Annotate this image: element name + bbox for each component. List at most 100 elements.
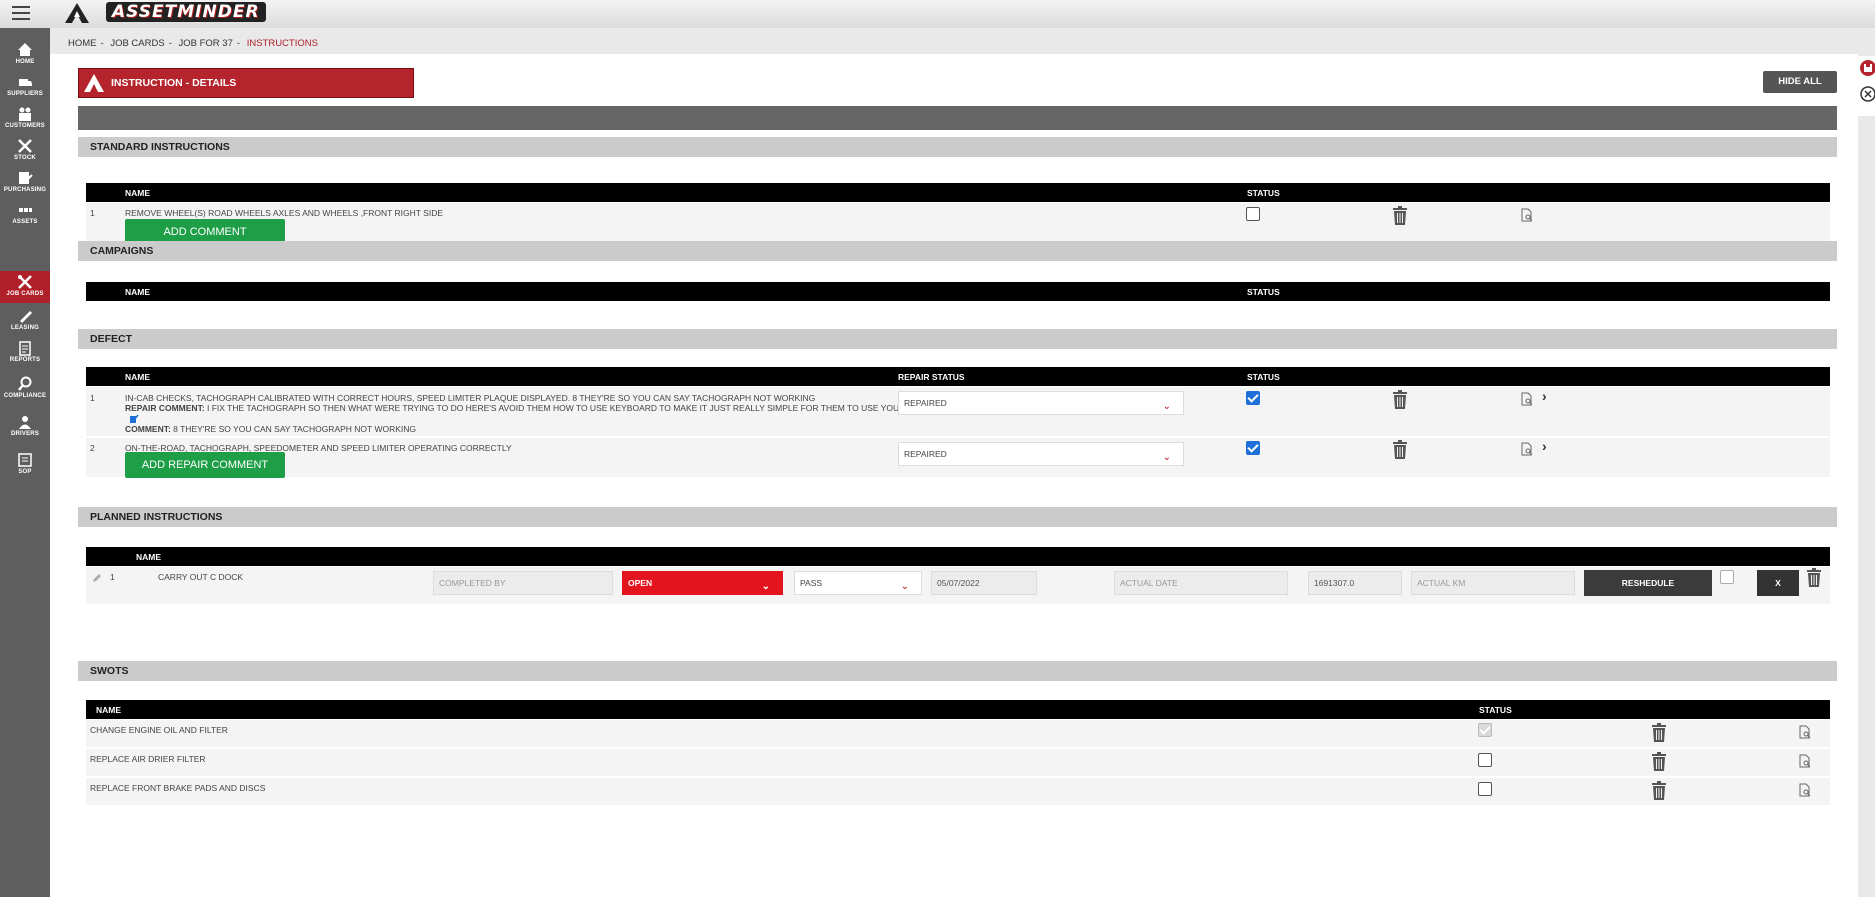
table-row: REPLACE AIR DRIER FILTER xyxy=(86,749,1830,777)
status-checkbox[interactable] xyxy=(1478,782,1492,796)
sidebar-item-assets[interactable]: ASSETS xyxy=(0,202,50,236)
breadcrumb-job[interactable]: JOB FOR 37 xyxy=(179,38,233,49)
sidebar-item-label: DRIVERS xyxy=(10,431,40,437)
home-icon xyxy=(18,43,32,56)
planned-status-select[interactable]: OPEN ⌄ xyxy=(622,571,783,595)
result-value: PASS xyxy=(800,578,823,588)
sidebar-item-label: SUPPLIERS xyxy=(7,91,43,97)
app-logo: ASSETMINDER xyxy=(106,2,266,22)
table-row: 2 ON-THE-ROAD, TACHOGRAPH, SPEEDOMETER A… xyxy=(86,438,1830,478)
km-field[interactable]: 1691307.0 xyxy=(1308,571,1402,595)
reports-icon xyxy=(19,341,31,356)
actual-km-input[interactable]: ACTUAL KM xyxy=(1411,571,1575,595)
sidebar-item-reports[interactable]: REPORTS xyxy=(0,340,50,374)
comment-line: COMMENT: 8 THEY'RE SO YOU CAN SAY TACHOG… xyxy=(125,424,416,434)
trash-icon[interactable] xyxy=(1651,781,1667,801)
logo-icon xyxy=(84,74,104,92)
sidebar-item-label: SOP xyxy=(18,469,32,475)
swots-table-header: NAME STATUS xyxy=(86,700,1830,719)
sidebar-item-purchasing[interactable]: PURCHASING xyxy=(0,170,50,204)
swot-name: REPLACE FRONT BRAKE PADS AND DISCS xyxy=(90,783,266,793)
close-icon[interactable] xyxy=(1860,86,1875,102)
pencil-icon[interactable] xyxy=(92,573,102,583)
sidebar-item-label: COMPLIANCE xyxy=(3,393,47,399)
hide-all-button[interactable]: HIDE ALL xyxy=(1763,71,1837,93)
breadcrumb-home[interactable]: HOME xyxy=(68,38,97,49)
main-panel: INSTRUCTION - DETAILS HIDE ALL STANDARD … xyxy=(50,54,1858,897)
document-search-icon[interactable] xyxy=(1520,442,1534,456)
document-search-icon[interactable] xyxy=(1520,392,1534,406)
table-row: REPLACE FRONT BRAKE PADS AND DISCS xyxy=(86,778,1830,806)
instruction-details-header: INSTRUCTION - DETAILS xyxy=(78,68,414,98)
repair-status-select[interactable]: REPAIRED ⌄ xyxy=(898,442,1184,466)
chevron-right-icon[interactable]: › xyxy=(1542,388,1547,404)
edit-note-icon[interactable] xyxy=(129,414,139,424)
page-title: INSTRUCTION - DETAILS xyxy=(111,77,237,89)
col-name: NAME xyxy=(125,287,151,297)
repair-status-value: REPAIRED xyxy=(904,449,947,459)
chevron-down-icon: ⌄ xyxy=(1162,452,1171,463)
section-defect[interactable]: DEFECT xyxy=(78,329,1837,349)
sidebar-item-customers[interactable]: CUSTOMERS xyxy=(0,106,50,140)
repair-status-select[interactable]: REPAIRED ⌄ xyxy=(898,391,1184,415)
trash-icon[interactable] xyxy=(1392,440,1408,460)
section-standard-instructions[interactable]: STANDARD INSTRUCTIONS xyxy=(78,137,1837,157)
sidebar-item-leasing[interactable]: LEASING xyxy=(0,308,50,342)
repair-status-value: REPAIRED xyxy=(904,398,947,408)
sidebar-item-label: STOCK xyxy=(14,155,36,161)
document-search-icon[interactable] xyxy=(1798,783,1812,797)
add-repair-comment-button[interactable]: ADD REPAIR COMMENT xyxy=(125,452,285,478)
row-number: 2 xyxy=(90,443,95,453)
sidebar-item-job-cards[interactable]: JOB CARDS xyxy=(0,271,50,303)
leasing-icon xyxy=(20,311,32,323)
chevron-down-icon: ⌄ xyxy=(900,581,909,592)
sidebar-item-home[interactable]: HOME xyxy=(0,42,50,76)
job-cards-icon xyxy=(18,275,32,289)
col-status: STATUS xyxy=(1247,188,1280,198)
status-checkbox[interactable] xyxy=(1246,441,1260,455)
document-search-icon[interactable] xyxy=(1520,208,1534,222)
planned-status-value: OPEN xyxy=(628,578,653,588)
compliance-icon xyxy=(18,376,32,391)
sidebar-item-label: JOB CARDS xyxy=(6,291,44,297)
completed-by-input[interactable]: COMPLETED BY xyxy=(433,571,613,595)
sidebar-item-label: CUSTOMERS xyxy=(4,123,46,129)
result-select[interactable]: PASS ⌄ xyxy=(794,571,922,595)
row-number: 1 xyxy=(90,393,95,403)
breadcrumb-job-cards[interactable]: JOB CARDS xyxy=(110,38,164,49)
status-checkbox[interactable] xyxy=(1478,753,1492,767)
status-checkbox[interactable] xyxy=(1246,391,1260,405)
trash-icon[interactable] xyxy=(1651,723,1667,743)
col-status: STATUS xyxy=(1247,372,1280,382)
trash-icon[interactable] xyxy=(1651,752,1667,772)
trash-icon[interactable] xyxy=(1392,206,1408,226)
planned-checkbox[interactable] xyxy=(1720,570,1734,584)
sidebar-item-suppliers[interactable]: SUPPLIERS xyxy=(0,74,50,108)
customers-icon xyxy=(19,107,31,121)
chevron-down-icon: ⌄ xyxy=(761,581,770,592)
sidebar-item-stock[interactable]: STOCK xyxy=(0,138,50,172)
sidebar-item-label: LEASING xyxy=(10,325,40,331)
campaigns-table-header: NAME STATUS xyxy=(86,282,1830,301)
sidebar-item-compliance[interactable]: COMPLIANCE xyxy=(0,376,50,410)
section-campaigns[interactable]: CAMPAIGNS xyxy=(78,241,1837,261)
menu-icon[interactable] xyxy=(12,6,30,22)
due-date-field[interactable]: 05/07/2022 xyxy=(931,571,1037,595)
actual-date-input[interactable]: ACTUAL DATE xyxy=(1114,571,1288,595)
sidebar-item-sop[interactable]: SOP xyxy=(0,452,50,486)
table-row: 1 CARRY OUT C DOCK COMPLETED BY OPEN ⌄ P… xyxy=(86,567,1830,605)
trash-icon[interactable] xyxy=(1806,568,1822,588)
document-search-icon[interactable] xyxy=(1798,725,1812,739)
trash-icon[interactable] xyxy=(1392,390,1408,410)
suppliers-icon xyxy=(19,79,32,86)
breadcrumb-current: INSTRUCTIONS xyxy=(246,38,318,49)
section-swots[interactable]: SWOTS xyxy=(78,661,1837,681)
chevron-right-icon[interactable]: › xyxy=(1542,438,1547,454)
status-checkbox[interactable] xyxy=(1246,207,1260,221)
section-planned-instructions[interactable]: PLANNED INSTRUCTIONS xyxy=(78,507,1837,527)
document-search-icon[interactable] xyxy=(1798,754,1812,768)
close-button[interactable]: X xyxy=(1757,570,1799,596)
sidebar-item-drivers[interactable]: DRIVERS xyxy=(0,414,50,448)
reschedule-button[interactable]: RESHEDULE xyxy=(1584,570,1712,596)
save-icon[interactable] xyxy=(1860,60,1875,76)
